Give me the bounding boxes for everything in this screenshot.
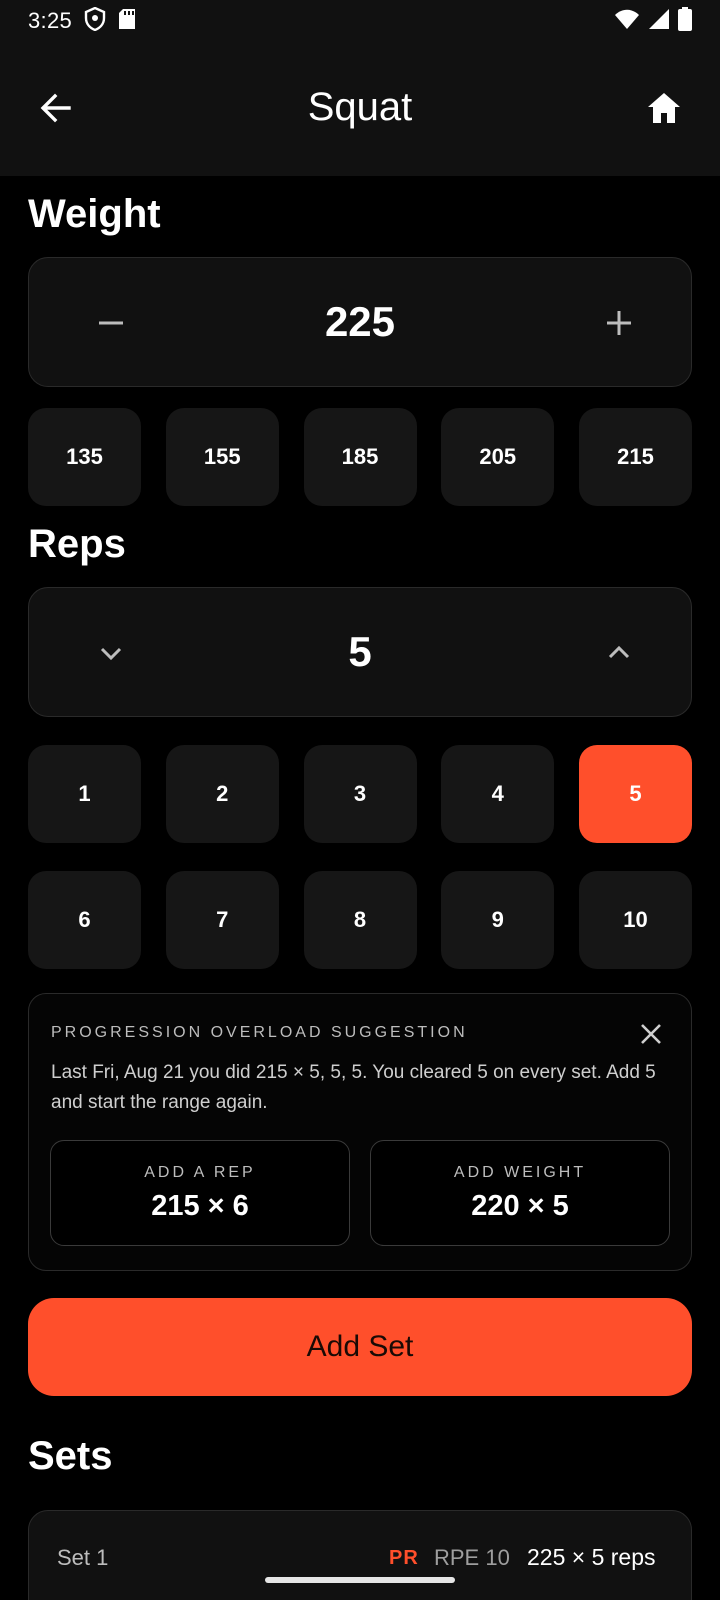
reps-chip-selected[interactable]: 5 (579, 745, 692, 843)
reps-increment-button[interactable] (597, 631, 641, 675)
add-rep-value: 215 × 6 (151, 1189, 249, 1222)
shield-icon (84, 6, 106, 36)
suggestion-heading: PROGRESSION OVERLOAD SUGGESTION (51, 1024, 468, 1041)
weight-decrement-button[interactable] (89, 301, 133, 345)
set-result: 225 × 5 reps (527, 1544, 656, 1570)
weight-section-title: Weight (28, 192, 161, 236)
reps-chip[interactable]: 2 (165, 745, 279, 843)
add-set-button[interactable]: Add Set (28, 1298, 692, 1396)
battery-icon (678, 6, 692, 36)
gesture-nav-bar[interactable] (265, 1577, 455, 1583)
weight-value: 225 (324, 298, 396, 345)
home-button[interactable] (642, 86, 686, 130)
weight-chip[interactable]: 185 (303, 408, 417, 506)
weight-chip[interactable]: 155 (165, 408, 279, 506)
page-title: Squat (307, 84, 413, 129)
status-bar: 3:25 (0, 0, 720, 42)
reps-chip[interactable]: 3 (303, 745, 417, 843)
pr-badge: PR (389, 1547, 419, 1569)
reps-chip[interactable]: 8 (303, 871, 417, 969)
dismiss-suggestion-button[interactable] (633, 1016, 669, 1052)
arrow-back-icon (40, 93, 71, 123)
set-row[interactable]: Set 1 PR RPE 10 225 × 5 reps (28, 1510, 692, 1600)
reps-chip[interactable]: 10 (579, 871, 692, 969)
screen: 3:25 Squat Weight 225 135 155 185 205 21… (0, 0, 720, 1600)
reps-quick-values-row1: 1 2 3 4 5 (28, 745, 692, 843)
progression-suggestion-card: PROGRESSION OVERLOAD SUGGESTION Last Fri… (28, 993, 692, 1271)
weight-chip[interactable]: 215 (579, 408, 692, 506)
reps-chip[interactable]: 9 (441, 871, 555, 969)
add-rep-label: ADD A REP (144, 1163, 256, 1181)
weight-stepper: 225 (28, 257, 692, 387)
minus-icon (99, 321, 123, 325)
add-rep-button[interactable]: ADD A REP 215 × 6 (50, 1140, 350, 1246)
weight-chip[interactable]: 205 (441, 408, 555, 506)
signal-icon (648, 8, 670, 35)
sets-section-title: Sets (28, 1434, 113, 1478)
weight-increment-button[interactable] (597, 301, 641, 345)
chevron-down-icon (100, 647, 122, 661)
reps-chip[interactable]: 1 (28, 745, 141, 843)
close-icon (641, 1024, 661, 1044)
sd-card-icon (118, 8, 136, 35)
reps-chip[interactable]: 7 (165, 871, 279, 969)
reps-chip[interactable]: 6 (28, 871, 141, 969)
status-time: 3:25 (28, 8, 73, 33)
set-label: Set 1 (57, 1545, 109, 1570)
home-icon (648, 93, 680, 123)
plus-icon (607, 311, 631, 335)
back-button[interactable] (34, 86, 78, 130)
reps-stepper: 5 (28, 587, 692, 717)
reps-quick-values-row2: 6 7 8 9 10 (28, 871, 692, 969)
reps-decrement-button[interactable] (89, 631, 133, 675)
weight-chip[interactable]: 135 (28, 408, 141, 506)
add-weight-value: 220 × 5 (471, 1189, 569, 1222)
app-bar: Squat (0, 42, 720, 176)
reps-value: 5 (348, 628, 372, 675)
wifi-icon (614, 8, 640, 35)
rpe-value: RPE 10 (434, 1545, 510, 1570)
chevron-up-icon (608, 645, 630, 659)
weight-quick-values: 135 155 185 205 215 (28, 408, 692, 506)
add-weight-button[interactable]: ADD WEIGHT 220 × 5 (370, 1140, 670, 1246)
reps-section-title: Reps (28, 522, 126, 566)
suggestion-message: Last Fri, Aug 21 you did 215 × 5, 5, 5. … (51, 1062, 656, 1113)
add-weight-label: ADD WEIGHT (453, 1163, 587, 1181)
reps-chip[interactable]: 4 (441, 745, 555, 843)
